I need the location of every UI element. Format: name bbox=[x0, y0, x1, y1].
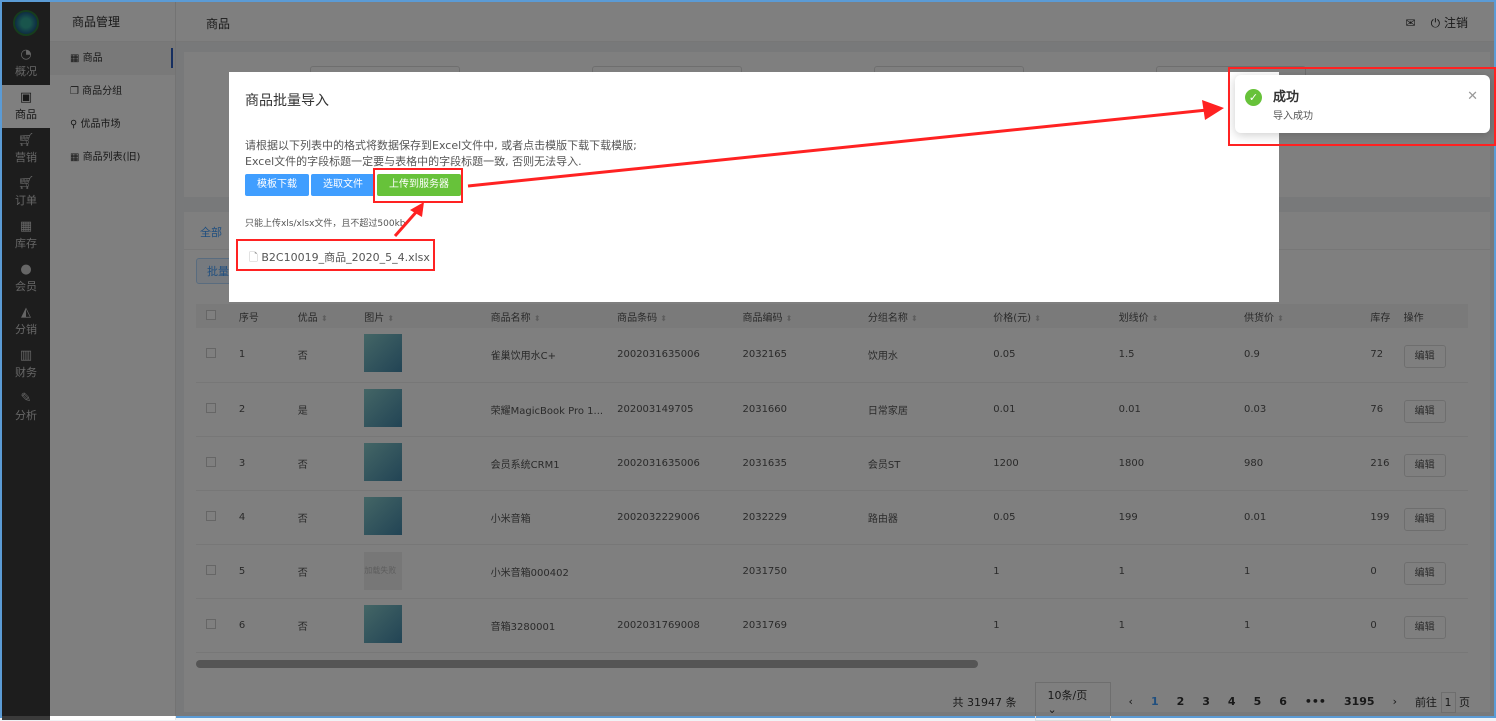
annotation-arrows bbox=[393, 100, 1224, 237]
